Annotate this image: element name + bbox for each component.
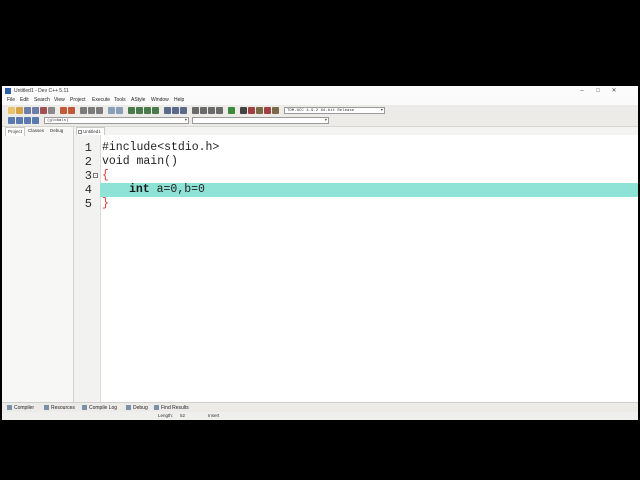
x-icon[interactable] [240,107,247,114]
menu-help[interactable]: Help [174,96,184,105]
unindent-icon[interactable] [116,107,123,114]
declaration-icon[interactable] [24,117,31,124]
rebuild-icon[interactable] [152,107,159,114]
tab-find-results-label: Find Results [161,405,189,411]
compile-log-icon [82,405,87,411]
home-icon[interactable] [272,107,279,114]
save-all-icon[interactable] [32,107,39,114]
find-icon[interactable] [80,107,87,114]
file-icon [78,130,82,134]
undo-icon[interactable] [60,107,67,114]
indent-icon[interactable] [108,107,115,114]
menu-search[interactable]: Search [34,96,50,105]
class-browser-icon[interactable] [8,117,15,124]
debug-icon[interactable] [164,107,171,114]
code-line-2[interactable]: void main() [102,155,178,169]
tab-project[interactable]: Project [5,127,26,136]
redo-icon[interactable] [68,107,75,114]
menu-bar: File Edit Search View Project Execute To… [2,96,638,105]
chevron-down-icon: ▼ [380,109,383,113]
replace-icon[interactable] [88,107,95,114]
maximize-icon[interactable]: □ [592,86,604,96]
resources-icon [44,405,49,411]
definition-icon[interactable] [32,117,39,124]
status-bar: Length: 52 Insert [2,412,638,420]
secondary-toolbar: (globals) ▼ ▼ [2,116,638,127]
close-icon[interactable]: ✕ [608,86,620,96]
code-line-1[interactable]: #include<stdio.h> [102,141,219,155]
status-length-value: 52 [180,413,186,418]
stop-icon[interactable] [248,107,255,114]
line-number: 4 [84,183,92,197]
compiler-select[interactable]: TDM-GCC 4.9.2 64-bit Release ▼ [284,107,385,114]
app-icon [5,88,11,94]
step-icon[interactable] [172,107,179,114]
compiler-select-value: TDM-GCC 4.9.2 64-bit Release [287,109,355,113]
line-number: 5 [84,197,92,211]
menu-astyle[interactable]: AStyle [131,96,145,105]
tab-debug[interactable]: Debug [48,127,65,135]
find-results-icon [154,405,159,411]
line-gutter: 1 2 3 − 4 5 [74,135,101,402]
run-icon[interactable] [136,107,143,114]
compiler-icon [7,405,12,411]
tab-resources-label: Resources [51,405,75,411]
panel-tabs: Project Classes Debug [2,127,73,136]
step-over-icon[interactable] [180,107,187,114]
code-line-4-rest: a=0,b=0 [149,183,205,196]
window-icon[interactable] [200,107,207,114]
close-file-icon[interactable] [40,107,47,114]
menu-view[interactable]: View [54,96,65,105]
line-number: 2 [84,155,92,169]
code-line-4[interactable]: int a=0,b=0 [129,183,205,197]
code-line-3[interactable]: { [102,169,109,183]
chevron-down-icon: ▼ [324,119,327,123]
tab-debug-output-label: Debug [133,405,148,411]
window-title: Untitled1 - Dev C++ 5.11 [14,88,69,94]
fold-toggle-icon[interactable]: − [93,173,98,178]
code-editor[interactable]: 1 2 3 − 4 5 #include<stdio.h> void main(… [74,135,638,402]
menu-edit[interactable]: Edit [20,96,29,105]
menu-window[interactable]: Window [151,96,169,105]
menu-execute[interactable]: Execute [92,96,110,105]
open-file-icon[interactable] [16,107,23,114]
symbol-select[interactable]: ▼ [192,117,329,124]
status-length-label: Length: [158,413,174,418]
chart-icon[interactable] [264,107,271,114]
save-icon[interactable] [24,107,31,114]
tab-compiler-label: Compiler [14,405,35,411]
minimize-icon[interactable]: – [576,86,588,96]
line-number: 1 [84,141,92,155]
status-mode: Insert [208,413,220,418]
keyword-int: int [129,183,150,196]
editor-tab-label: Untitled1 [83,129,101,134]
screen: Untitled1 - Dev C++ 5.11 – □ ✕ File Edit… [2,86,638,420]
project-panel: Project Classes Debug [2,127,74,402]
chevron-down-icon: ▼ [184,119,187,123]
find-next-icon[interactable] [96,107,103,114]
scope-select-value: (globals) [47,119,69,123]
print-icon[interactable] [48,107,55,114]
compile-run-icon[interactable] [144,107,151,114]
new-file-icon[interactable] [8,107,15,114]
tab-classes[interactable]: Classes [26,127,46,135]
check-icon[interactable] [228,107,235,114]
scope-select[interactable]: (globals) ▼ [44,117,189,124]
bookmark-icon[interactable] [256,107,263,114]
tile-icon[interactable] [216,107,223,114]
line-number: 3 [84,169,92,183]
editor-tabs: Untitled1 [74,127,638,136]
code-line-5[interactable]: } [102,197,109,211]
compile-icon[interactable] [128,107,135,114]
goto-icon[interactable] [16,117,23,124]
title-bar: Untitled1 - Dev C++ 5.11 – □ ✕ [2,86,638,96]
tab-compile-log-label: Compile Log [89,405,118,411]
grid-icon[interactable] [192,107,199,114]
debug-icon [126,405,131,411]
menu-tools[interactable]: Tools [114,96,126,105]
layout-icon[interactable] [208,107,215,114]
main-toolbar: TDM-GCC 4.9.2 64-bit Release ▼ [2,105,638,116]
menu-file[interactable]: File [7,96,15,105]
menu-project[interactable]: Project [70,96,86,105]
